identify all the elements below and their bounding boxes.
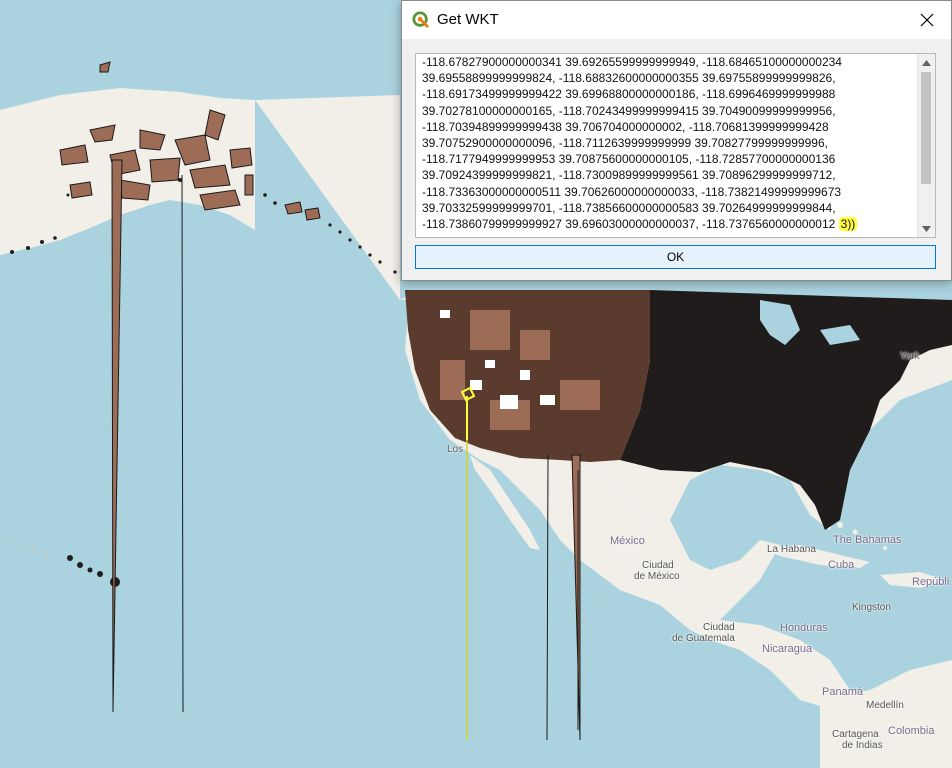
wkt-line: 39.70278100000000165, -118.7024349999999… [422,103,836,118]
label-panama: Panamá [822,686,863,698]
dialog-title: Get WKT [437,11,499,28]
label-the-bahamas: The Bahamas [833,534,902,546]
scrollbar-thumb[interactable] [921,72,931,184]
label-nicaragua: Nicaragua [762,643,813,655]
scroll-down-button[interactable] [918,220,935,237]
wkt-line: -118.69173499999999422 39.69968800000000… [422,87,836,102]
scroll-down-arrow-icon [922,225,931,232]
wkt-line: 39.70332599999999701, -118.7385660000000… [422,200,836,215]
ok-button[interactable]: OK [415,245,936,269]
label-los-angeles: Los [447,444,464,455]
label-cartagena-2: de Indias [842,740,883,751]
vertical-scrollbar[interactable] [917,54,935,237]
label-republica: Repúbli [912,576,950,588]
dialog-titlebar[interactable]: Get WKT [402,1,951,39]
wkt-text: -118.67827900000000341 39.69265599999999… [422,54,913,232]
wkt-line: 39.70752900000000096, -118.7112639999999… [422,135,828,150]
wkt-line-last: -118.73860799999999927 39.69603000000000… [422,216,913,232]
label-ciudad-guatemala-2: de Guatemala [672,633,735,644]
qgis-logo-icon [412,11,429,28]
wkt-line: -118.67827900000000341 39.69265599999999… [422,55,842,69]
wkt-line: 39.70924399999999821, -118.7300989999999… [422,168,836,183]
wkt-line: -118.70394899999999438 39.70670400000000… [422,119,829,134]
label-medellin: Medellín [866,700,904,711]
close-icon [920,13,934,27]
label-la-habana: La Habana [767,544,816,555]
wkt-closing-highlight: 3)) [838,216,858,231]
label-ciudad-mexico-1: Ciudad [642,560,674,571]
label-kingston: Kingston [852,602,891,613]
label-cartagena-1: Cartagena [832,729,879,740]
wkt-line: -118.7177949999999953 39.708756000000001… [422,152,836,167]
get-wkt-dialog: Get WKT -118.67827900000000341 39.692655… [401,0,952,281]
wkt-line: -118.73363000000000511 39.70626000000000… [422,184,842,199]
label-ciudad-mexico-2: de México [634,571,680,582]
label-honduras: Honduras [780,622,828,634]
label-mexico: México [610,535,645,547]
wkt-line-last-text: -118.73860799999999927 39.69603000000000… [422,216,836,231]
scroll-up-button[interactable] [918,54,935,71]
wkt-text-area[interactable]: -118.67827900000000341 39.69265599999999… [415,53,936,238]
scroll-up-arrow-icon [922,59,931,66]
wkt-line: 39.69558899999999824, -118.6883260000000… [422,71,836,86]
label-colombia: Colombia [888,725,935,737]
close-button[interactable] [907,3,947,37]
label-new-york: York [900,351,920,362]
label-cuba: Cuba [828,559,855,571]
label-ciudad-guatemala-1: Ciudad [703,622,735,633]
